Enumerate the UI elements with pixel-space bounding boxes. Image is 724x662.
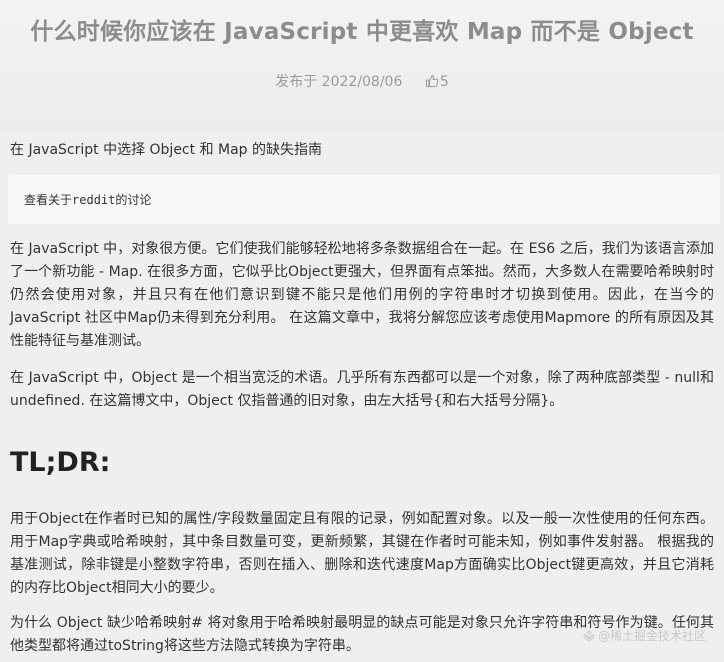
juejin-logo-icon [583, 630, 595, 642]
article-title: 什么时候你应该在 JavaScript 中更喜欢 Map 而不是 Object [30, 19, 694, 45]
article-header: 什么时候你应该在 JavaScript 中更喜欢 Map 而不是 Object … [0, 0, 724, 132]
paragraph-2: 在 JavaScript 中，Object 是一个相当宽泛的术语。几乎所有东西都… [10, 370, 714, 409]
watermark-text: @稀土掘金技术社区 [597, 629, 706, 643]
watermark: @稀土掘金技术社区 [583, 627, 706, 644]
article-body: 在 JavaScript 中选择 Object 和 Map 的缺失指南 查看关于… [0, 132, 724, 658]
quote-prefix: 查看关于 [24, 193, 73, 207]
article-meta: 发布于 2022/08/06 5 [0, 71, 724, 91]
tldr-heading: TL;DR: [10, 447, 111, 478]
reddit-link[interactable]: reddit [72, 193, 115, 207]
quote-suffix: 的讨论 [115, 193, 152, 207]
like-button[interactable]: 5 [425, 74, 449, 90]
article-intro: 在 JavaScript 中选择 Object 和 Map 的缺失指南 [10, 142, 323, 158]
publish-date: 发布于 2022/08/06 [275, 74, 403, 90]
reddit-discussion-note: 查看关于reddit的讨论 [8, 175, 720, 224]
paragraph-3: 用于Object在作者时已知的属性/字段数量固定且有限的记录，例如配置对象。以及… [10, 511, 714, 596]
paragraph-1: 在 JavaScript 中，对象很方便。它们使我们能够轻松地将多条数据组合在一… [10, 241, 714, 349]
thumbs-up-icon [425, 75, 439, 88]
like-count: 5 [439, 74, 449, 90]
